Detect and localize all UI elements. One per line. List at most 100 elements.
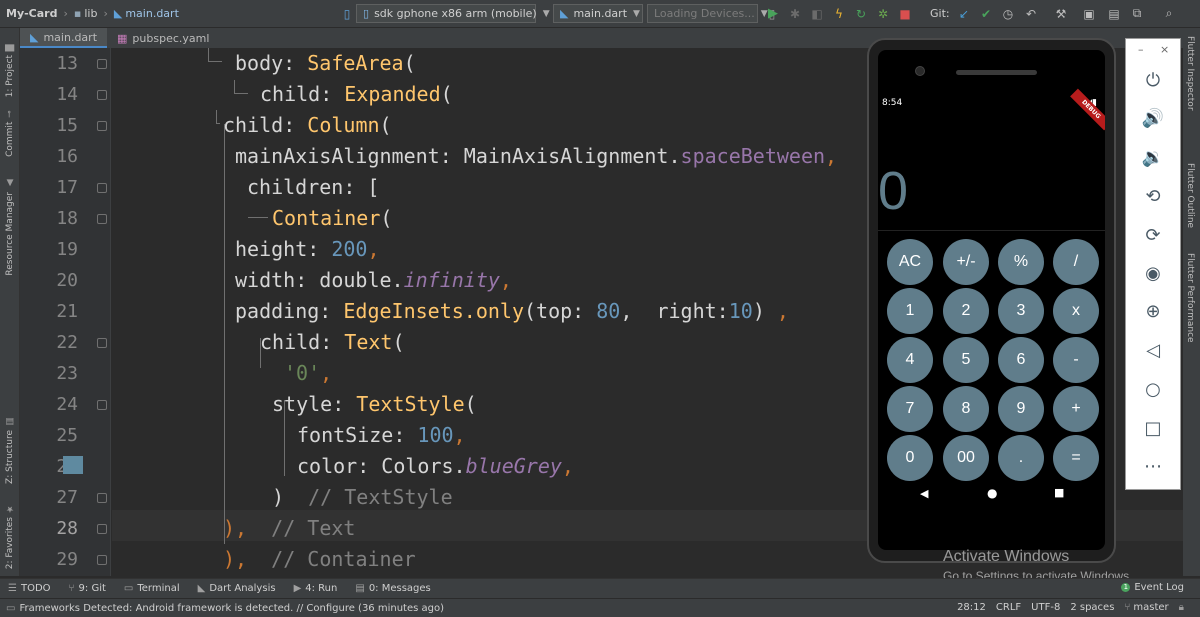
tab-project[interactable]: 1: Project ▇ <box>2 44 18 97</box>
fold-marker-icon[interactable] <box>97 493 107 503</box>
nav-back-icon[interactable]: ◀ <box>920 487 928 500</box>
home-icon[interactable]: ○ <box>1140 376 1166 402</box>
status-message-area[interactable]: ▭ Frameworks Detected: Android framework… <box>6 603 444 614</box>
calc-button-0[interactable]: 0 <box>887 435 933 481</box>
breadcrumb-folder[interactable]: lib <box>84 7 97 20</box>
breadcrumb-project[interactable]: My-Card <box>6 7 57 20</box>
project-structure-icon[interactable]: ⧉ <box>1128 4 1146 23</box>
tab-main-dart[interactable]: ◣ main.dart <box>20 28 108 48</box>
calc-button-4[interactable]: 4 <box>887 337 933 383</box>
tab-favorites[interactable]: 2: Favorites ★ <box>2 503 18 569</box>
tab-resource-manager[interactable]: Resource Manager ▲ <box>2 178 18 276</box>
search-icon[interactable]: ⌕ <box>1160 4 1178 23</box>
avd-manager-icon[interactable]: ▤ <box>1105 4 1123 23</box>
hot-reload-icon[interactable]: ϟ <box>830 4 848 23</box>
settings-icon[interactable]: ⚒ <box>1052 4 1070 23</box>
tab-dart-analysis[interactable]: ◣ Dart Analysis <box>198 583 276 594</box>
close-icon[interactable]: × <box>1160 43 1169 56</box>
stop-icon[interactable]: ■ <box>896 4 914 23</box>
tab-terminal[interactable]: ▭ Terminal <box>124 583 180 594</box>
tab-pubspec-yaml[interactable]: ▦ pubspec.yaml <box>107 28 219 48</box>
calc-button-plus[interactable]: + <box>1053 386 1099 432</box>
file-encoding[interactable]: UTF-8 <box>1031 602 1060 613</box>
code-token: body: <box>235 51 308 75</box>
phone-screen[interactable]: 8:54 ▾◢▮ DEBUG 0 AC +/- % / 1 2 3 x 4 5 … <box>878 50 1105 550</box>
back-icon[interactable]: ◁ <box>1140 337 1166 363</box>
line-separator[interactable]: CRLF <box>996 602 1021 613</box>
more-icon[interactable]: ⋯ <box>1140 453 1166 479</box>
fold-marker-icon[interactable] <box>97 214 107 224</box>
sdk-manager-icon[interactable]: ▣ <box>1080 4 1098 23</box>
calc-button-divide[interactable]: / <box>1053 239 1099 285</box>
fold-marker-icon[interactable] <box>97 400 107 410</box>
minimize-icon[interactable]: – <box>1138 43 1144 56</box>
fold-marker-icon[interactable] <box>97 524 107 534</box>
fold-marker-icon[interactable] <box>97 90 107 100</box>
fold-marker-icon[interactable] <box>97 183 107 193</box>
tab-commit[interactable]: Commit ⊸ <box>2 110 18 157</box>
tab-todo[interactable]: ☰ TODO <box>8 583 51 594</box>
zoom-icon[interactable]: ⊕ <box>1140 298 1166 324</box>
git-update-icon[interactable]: ↙ <box>955 4 973 23</box>
calc-button-7[interactable]: 7 <box>887 386 933 432</box>
calc-button-sign[interactable]: +/- <box>943 239 989 285</box>
caret-position[interactable]: 28:12 <box>957 602 986 613</box>
breadcrumb-file[interactable]: main.dart <box>125 7 179 20</box>
tab-messages[interactable]: ▤ 0: Messages <box>355 583 430 594</box>
rotate-right-icon[interactable]: ⟳ <box>1140 222 1166 248</box>
calc-button-8[interactable]: 8 <box>943 386 989 432</box>
tab-run[interactable]: ▶ 4: Run <box>294 583 338 594</box>
coverage-icon[interactable]: ◧ <box>808 4 826 23</box>
tab-structure[interactable]: Z: Structure ▤ <box>2 416 18 484</box>
attach-debugger-icon[interactable]: ✲ <box>874 4 892 23</box>
calc-button-3[interactable]: 3 <box>998 288 1044 334</box>
fold-marker-icon[interactable] <box>97 338 107 348</box>
power-icon[interactable]: ⏻ <box>1140 67 1166 93</box>
folder-icon: ▪ <box>73 7 82 20</box>
lock-icon[interactable]: 🔒︎ <box>1179 602 1184 613</box>
calc-button-5[interactable]: 5 <box>943 337 989 383</box>
calc-button-decimal[interactable]: . <box>998 435 1044 481</box>
calc-button-2[interactable]: 2 <box>943 288 989 334</box>
fold-marker-icon[interactable] <box>97 59 107 69</box>
calc-button-multiply[interactable]: x <box>1053 288 1099 334</box>
git-history-icon[interactable]: ◷ <box>999 4 1017 23</box>
tab-flutter-performance[interactable]: Flutter Performance <box>1185 253 1195 343</box>
git-rollback-icon[interactable]: ↶ <box>1022 4 1040 23</box>
run-config-selector[interactable]: ◣ main.dart ▼ <box>553 4 643 23</box>
code-token: , right: <box>620 299 729 323</box>
nav-recents-icon[interactable]: ■ <box>1054 486 1064 499</box>
git-branch[interactable]: master <box>1133 602 1168 613</box>
event-log-button[interactable]: 1 Event Log <box>1121 582 1184 593</box>
tab-flutter-inspector[interactable]: Flutter Inspector <box>1185 36 1195 111</box>
color-preview-swatch[interactable] <box>63 456 83 474</box>
calc-button-ac[interactable]: AC <box>887 239 933 285</box>
git-commit-icon[interactable]: ✔ <box>977 4 995 23</box>
device-selector[interactable]: ▯ sdk gphone x86 arm (mobile) ▼ <box>356 4 550 23</box>
nav-home-icon[interactable]: ● <box>987 486 997 500</box>
fold-marker-icon[interactable] <box>97 555 107 565</box>
tab-git[interactable]: ⑂ 9: Git <box>69 583 106 594</box>
indent-setting[interactable]: 2 spaces <box>1070 602 1114 613</box>
calc-button-6[interactable]: 6 <box>998 337 1044 383</box>
screenshot-icon[interactable]: ◉ <box>1140 260 1166 286</box>
calc-button-1[interactable]: 1 <box>887 288 933 334</box>
calc-button-percent[interactable]: % <box>998 239 1044 285</box>
calc-button-minus[interactable]: - <box>1053 337 1099 383</box>
volume-down-icon[interactable]: 🔉 <box>1140 144 1166 170</box>
tab-flutter-outline[interactable]: Flutter Outline <box>1185 163 1195 228</box>
calc-button-equals[interactable]: = <box>1053 435 1099 481</box>
calc-button-00[interactable]: 00 <box>943 435 989 481</box>
hot-restart-icon[interactable]: ↻ <box>852 4 870 23</box>
volume-up-icon[interactable]: 🔊 <box>1140 105 1166 131</box>
debug-icon[interactable]: ✱ <box>786 4 804 23</box>
rotate-left-icon[interactable]: ⟲ <box>1140 183 1166 209</box>
code-token: (top: <box>524 299 597 323</box>
devices-selector[interactable]: Loading Devices... ▼ <box>647 4 768 23</box>
fold-marker-icon[interactable] <box>97 121 107 131</box>
calc-button-9[interactable]: 9 <box>998 386 1044 432</box>
commit-icon: ⊸ <box>5 110 15 118</box>
run-icon[interactable]: ▶ <box>764 4 782 23</box>
code-line-18: Container( <box>272 203 392 234</box>
overview-icon[interactable]: □ <box>1140 415 1166 441</box>
